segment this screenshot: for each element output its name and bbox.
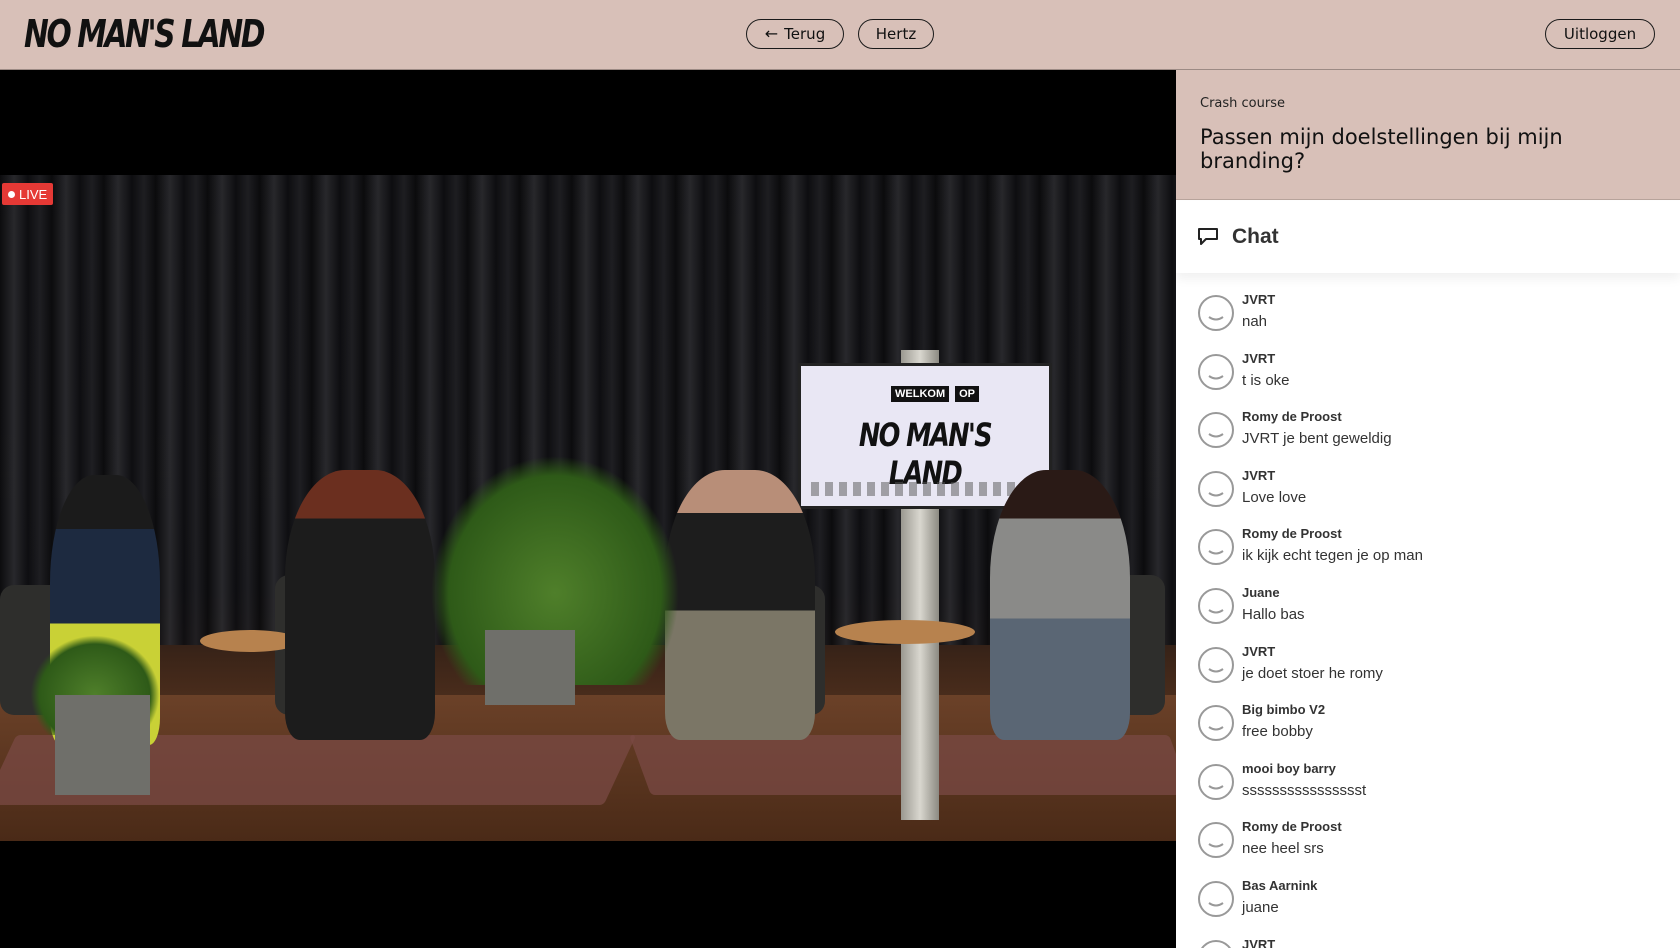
avatar[interactable] — [1198, 412, 1234, 449]
avatar[interactable] — [1198, 295, 1234, 331]
smiley-icon — [1208, 726, 1224, 731]
smiley-icon — [1208, 667, 1224, 673]
chat-message: JVRT t is oke — [1176, 344, 1680, 403]
chat-username: Juane — [1242, 584, 1280, 600]
sponsor-logos — [811, 482, 1039, 496]
logo[interactable]: NO MAN'S LAND — [24, 12, 265, 56]
room-button-label: Hertz — [875, 25, 917, 43]
chat-username: JVRT — [1242, 292, 1276, 307]
chat-title: Chat — [1232, 225, 1279, 248]
screen-welcome-word: OP — [955, 386, 980, 402]
chat-text: ik kijk echt tegen je op man — [1242, 547, 1423, 565]
chat-username: JVRT — [1242, 936, 1276, 948]
avatar[interactable] — [1198, 353, 1234, 390]
avatar[interactable] — [1198, 470, 1234, 507]
speech-bubble-icon — [1198, 228, 1218, 245]
session-title: Passen mijn doelstellingen bij mijn bran… — [1200, 125, 1563, 173]
stream-frame: WELKOM OP NO MAN'S LAND LIVE — [0, 175, 1176, 841]
chat-text: juane — [1242, 898, 1279, 916]
panelist — [990, 470, 1130, 740]
chat-message: Romy de Proost JVRT je bent geweldig — [1176, 402, 1680, 461]
live-dot-icon — [8, 190, 15, 198]
smiley-icon — [1208, 433, 1224, 438]
stage-screen: WELKOM OP NO MAN'S LAND — [798, 363, 1052, 509]
smiley-icon — [1208, 609, 1224, 614]
chat-text: je doet stoer he romy — [1242, 664, 1383, 682]
screen-title: NO MAN'S LAND — [858, 416, 993, 492]
chat-header: Chat — [1176, 201, 1680, 273]
side-table — [835, 620, 975, 644]
back-button-label: Terug — [784, 25, 826, 43]
avatar[interactable] — [1198, 705, 1234, 742]
smiley-icon — [1208, 491, 1224, 497]
screen-welcome: WELKOM OP — [891, 386, 980, 402]
smiley-icon — [1208, 316, 1224, 321]
chat-text: Hallo bas — [1242, 605, 1305, 623]
chat-message: Romy de Proost nee heel srs — [1176, 812, 1680, 871]
smiley-icon — [1208, 550, 1224, 555]
back-button[interactable]: ← Terug — [746, 19, 844, 49]
session-info: Crash course Passen mijn doelstellingen … — [1176, 70, 1680, 200]
panelist — [665, 470, 815, 740]
arrow-left-icon: ← — [764, 24, 779, 43]
smiley-icon — [1208, 902, 1224, 907]
chat-username: Big bimbo V2 — [1242, 702, 1326, 718]
smiley-icon — [1208, 374, 1224, 380]
chat-message: Big bimbo V2 free bobby — [1176, 695, 1680, 754]
logout-button-label: Uitloggen — [1563, 25, 1637, 43]
avatar[interactable] — [1198, 763, 1234, 800]
chat-messages[interactable]: JVRT nah JVRT t is oke Romy de Proost JVRT je… — [1176, 285, 1680, 948]
logout-button[interactable]: Uitloggen — [1545, 19, 1655, 49]
room-button[interactable]: Hertz — [858, 19, 934, 49]
chat-username: Romy de Proost — [1242, 819, 1342, 835]
chat-username: JVRT — [1242, 350, 1276, 366]
plant-pot — [55, 695, 150, 795]
smiley-icon — [1208, 784, 1224, 790]
session-kicker: Crash course — [1200, 96, 1285, 111]
chat-message: mooi boy barry sssssssssssssssst — [1176, 754, 1680, 813]
avatar[interactable] — [1198, 880, 1234, 917]
chat-message: Bas Aarnink juane — [1176, 871, 1680, 930]
chat-message: JVRT je doet stoer he romy — [1176, 637, 1680, 696]
chat-text: nah — [1242, 313, 1268, 330]
avatar[interactable] — [1198, 587, 1234, 624]
chat-username: Bas Aarnink — [1242, 877, 1318, 893]
smiley-icon — [1208, 843, 1224, 848]
chat-message: JVRT Love love — [1176, 461, 1680, 520]
plant-pot — [485, 630, 575, 705]
live-badge: LIVE — [2, 183, 54, 205]
chat-username: JVRT — [1242, 467, 1276, 483]
avatar[interactable] — [1198, 939, 1234, 948]
panelist — [285, 470, 435, 740]
chat-text: JVRT je bent geweldig — [1242, 430, 1392, 448]
chat-text: nee heel srs — [1242, 840, 1324, 858]
chat-message: JVRT — [1176, 930, 1680, 948]
chat-username: JVRT — [1242, 643, 1276, 659]
avatar[interactable] — [1198, 646, 1234, 683]
chat-text: t is oke — [1242, 371, 1290, 389]
chat-message: JVRT nah — [1176, 285, 1680, 344]
video-player[interactable]: WELKOM OP NO MAN'S LAND LIVE — [0, 70, 1176, 948]
chat-message: Romy de Proost ik kijk echt tegen je op m… — [1176, 519, 1680, 578]
chat-text: free bobby — [1242, 723, 1313, 741]
screen-welcome-word: WELKOM — [891, 386, 950, 402]
chat-username: mooi boy barry — [1242, 760, 1336, 776]
chat-username: Romy de Proost — [1242, 409, 1342, 425]
sidebar: Crash course Passen mijn doelstellingen … — [1176, 70, 1680, 948]
avatar[interactable] — [1198, 529, 1234, 566]
avatar[interactable] — [1198, 822, 1234, 859]
chat-message: Juane Hallo bas — [1176, 578, 1680, 637]
chat-username: Romy de Proost — [1242, 526, 1342, 542]
smiley-icon — [1200, 942, 1232, 948]
top-bar: NO MAN'S LAND ← Terug Hertz Uitloggen — [0, 0, 1680, 70]
chat-text: sssssssssssssssst — [1242, 781, 1367, 799]
live-label: LIVE — [19, 186, 48, 202]
chat-text: Love love — [1242, 488, 1307, 506]
